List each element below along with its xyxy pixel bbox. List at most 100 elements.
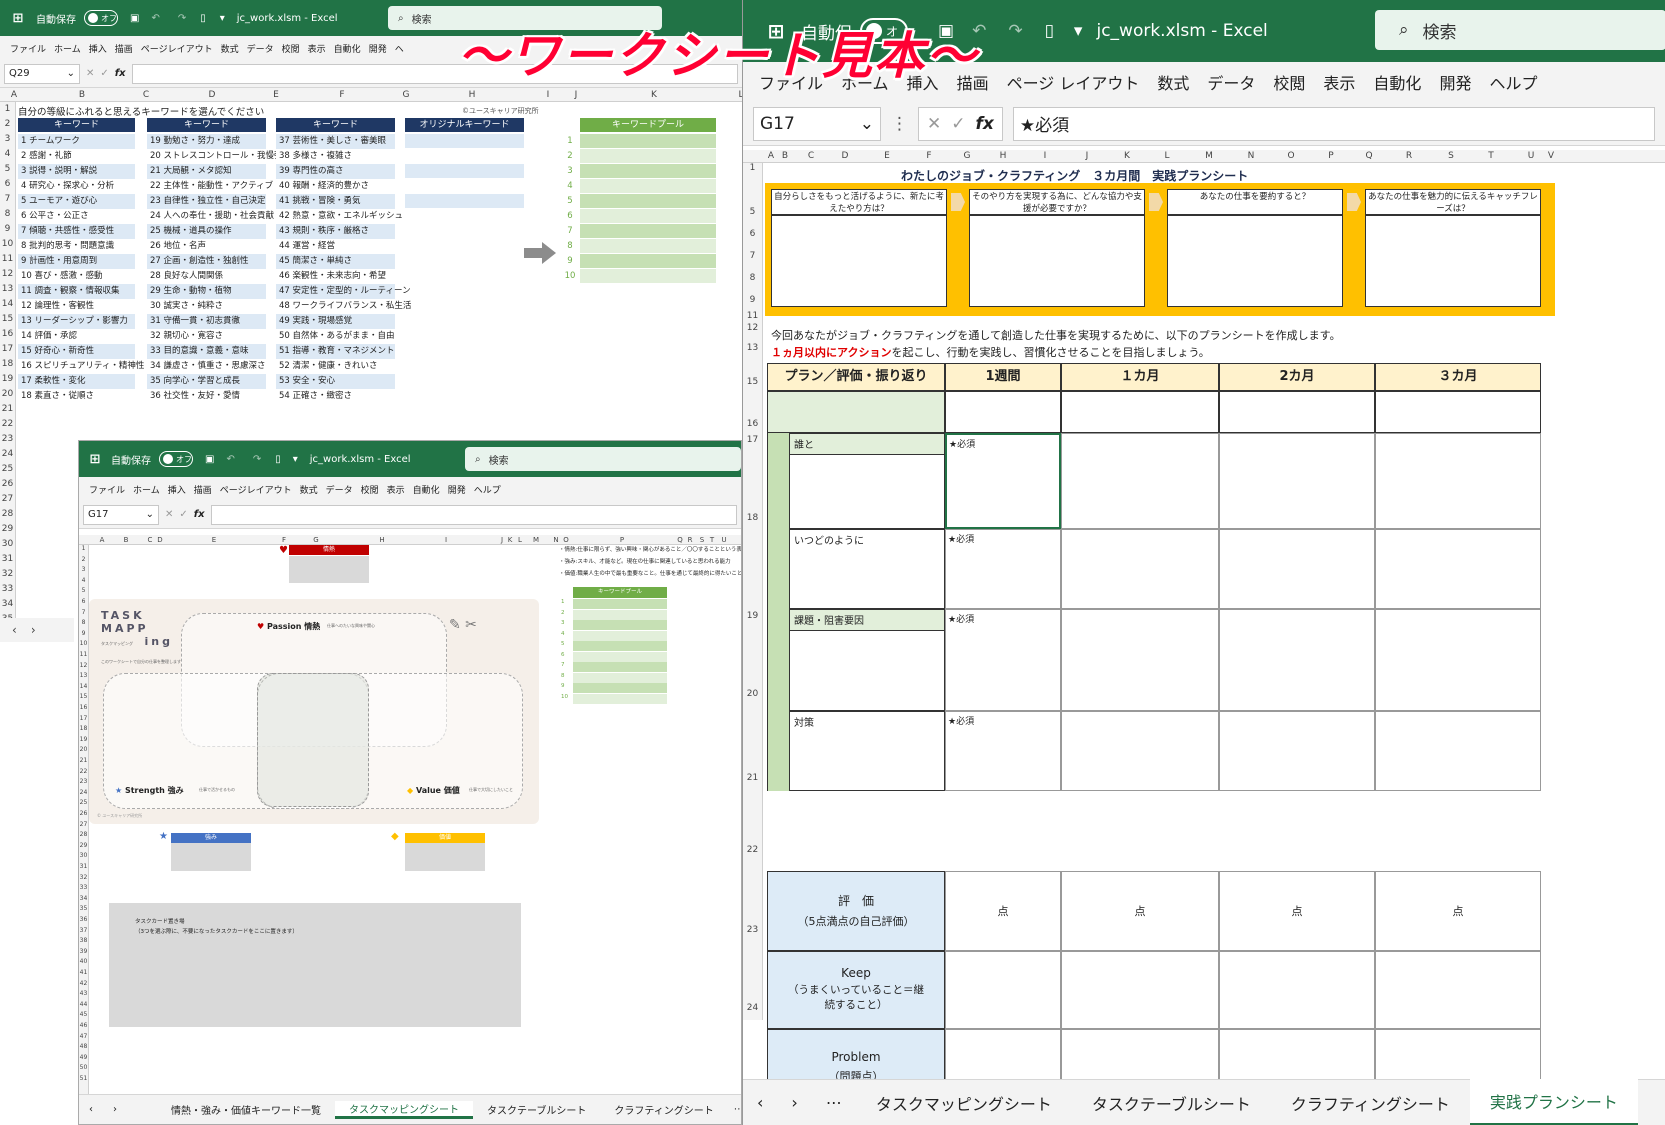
row-header[interactable]: 47 (79, 1033, 88, 1040)
row-header[interactable]: 1 (743, 163, 762, 173)
row-header[interactable]: 14 (0, 299, 15, 309)
redo-icon[interactable]: ↷ (178, 13, 186, 24)
row-header[interactable]: 34 (79, 895, 88, 902)
more-options-icon[interactable]: ⋮ (891, 114, 908, 134)
enter-icon[interactable]: ✓ (179, 509, 187, 520)
menu-item[interactable]: 校閲 (361, 483, 379, 496)
column-header[interactable]: O (1285, 150, 1297, 163)
task-card-area[interactable]: タスクカード置き場 （3つを選ぶ際に、不要になったタスクカードをここに置きます） (109, 903, 521, 1027)
column-header[interactable]: Q (1363, 150, 1375, 163)
row-header[interactable]: 40 (79, 958, 88, 965)
row-header[interactable]: 2 (0, 119, 15, 129)
original-keyword-cell[interactable] (405, 209, 524, 223)
undo-icon[interactable]: ↶ (151, 13, 159, 24)
pool-cell[interactable] (580, 149, 716, 163)
column-header[interactable]: L (1161, 150, 1173, 163)
row-header[interactable]: 15 (79, 693, 88, 700)
column-header[interactable]: J (570, 88, 582, 102)
row-header[interactable]: 24 (0, 449, 15, 459)
menu-item[interactable]: データ (326, 483, 353, 496)
prev-sheet-icon[interactable]: ‹ (79, 1104, 103, 1115)
column-header[interactable]: Q (675, 535, 685, 545)
keyword-cell[interactable]: 38 多様さ・複雑さ (276, 149, 395, 164)
row-header[interactable]: 12 (0, 269, 15, 279)
formula-input[interactable]: ★必須 (1012, 106, 1655, 141)
menu-item[interactable]: 数式 (1157, 70, 1189, 94)
plan-label-cell[interactable]: 課題・阻害要因 (789, 609, 945, 711)
pool-cell[interactable] (580, 179, 716, 193)
row-header[interactable]: 4 (0, 149, 15, 159)
row-header[interactable]: 41 (79, 969, 88, 976)
keyword-cell[interactable]: 33 目的意識・意義・意味 (147, 344, 266, 359)
row-header[interactable]: 29 (79, 842, 88, 849)
row-header[interactable]: 3 (0, 134, 15, 144)
row-header[interactable]: 11 (0, 254, 15, 264)
column-header[interactable]: S (697, 535, 707, 545)
column-header[interactable]: I (1039, 150, 1051, 163)
column-header[interactable]: J (1081, 150, 1093, 163)
cancel-icon[interactable]: ✕ (165, 509, 173, 520)
row-header[interactable]: 32 (79, 874, 88, 881)
column-header[interactable]: C (145, 535, 155, 545)
row-header[interactable]: 19 (743, 611, 762, 621)
column-header[interactable]: D (839, 150, 851, 163)
menu-item[interactable]: ヘルプ (1489, 70, 1537, 94)
menu-item[interactable]: ページ レイアウト (1007, 70, 1140, 94)
keyword-cell[interactable]: 26 地位・名声 (147, 239, 266, 254)
more-icon[interactable]: ⋯ (812, 1093, 856, 1112)
row-header[interactable]: 5 (0, 164, 15, 174)
plan-cell[interactable] (1375, 711, 1541, 791)
value-input-cells[interactable] (405, 843, 485, 871)
question-answer-box[interactable] (771, 215, 947, 307)
column-header[interactable]: T (707, 535, 717, 545)
table-cell[interactable] (767, 391, 945, 433)
row-header[interactable]: 43 (79, 990, 88, 997)
keyword-cell[interactable]: 32 親切心・寛容さ (147, 329, 266, 344)
plan-label-cell[interactable]: 誰と (789, 433, 945, 529)
row-header[interactable]: 17 (743, 435, 762, 445)
row-header[interactable]: 30 (0, 539, 15, 549)
pool-cell[interactable] (573, 662, 667, 672)
function-icon[interactable]: fx (115, 68, 126, 79)
column-header[interactable]: F (279, 535, 289, 545)
keyword-cell[interactable]: 35 向学心・学習と成長 (147, 374, 266, 389)
tab-crafting[interactable]: クラフティングシート (1271, 1081, 1470, 1125)
keyword-cell[interactable]: 46 楽観性・未来志向・希望 (276, 269, 395, 284)
keyword-cell[interactable]: 20 ストレスコントロール・我慢強さ (147, 149, 291, 164)
keyword-cell[interactable]: 12 論理性・客観性 (18, 299, 135, 314)
menu-item[interactable]: データ (247, 42, 274, 55)
pool-cell[interactable] (580, 239, 716, 253)
menu-item[interactable]: 描画 (115, 42, 133, 55)
row-header[interactable]: 22 (0, 419, 15, 429)
keyword-cell[interactable]: 53 安全・安心 (276, 374, 395, 389)
column-header[interactable]: I (441, 535, 451, 545)
menu-item[interactable]: 挿入 (89, 42, 107, 55)
keyword-cell[interactable]: 36 社交性・友好・愛情 (147, 389, 266, 404)
keep-cell[interactable] (1375, 951, 1541, 1029)
column-header[interactable]: H (466, 88, 478, 102)
keyword-cell[interactable]: 50 自然体・あるがまま・自由 (276, 329, 395, 344)
original-keyword-cell[interactable] (405, 164, 524, 178)
menu-item[interactable]: 自動化 (1373, 70, 1421, 94)
row-header[interactable]: 22 (743, 845, 762, 855)
menu-item[interactable]: ヘ (395, 42, 404, 55)
row-header[interactable]: 30 (79, 852, 88, 859)
column-header[interactable]: C (805, 150, 817, 163)
column-header[interactable]: D (155, 535, 165, 545)
undo-icon[interactable]: ↶ (226, 454, 234, 465)
keyword-cell[interactable]: 34 謙虚さ・慎重さ・思慮深さ (147, 359, 266, 374)
keyword-cell[interactable]: 25 機械・道具の操作 (147, 224, 266, 239)
plan-cell[interactable] (1219, 711, 1375, 791)
keyword-cell[interactable]: 41 挑戦・冒険・勇気 (276, 194, 395, 209)
keyword-cell[interactable]: 49 実践・現場感覚 (276, 314, 395, 329)
plan-cell[interactable]: ★必須 (945, 609, 1061, 711)
menu-item[interactable]: データ (1207, 70, 1255, 94)
menu-item[interactable]: 開発 (448, 483, 466, 496)
pool-cell[interactable] (580, 254, 716, 268)
column-header[interactable]: E (270, 88, 282, 102)
menu-item[interactable]: ファイル (89, 483, 125, 496)
redo-icon[interactable]: ↷ (1008, 21, 1022, 41)
keyword-cell[interactable]: 8 批判的思考・問題意識 (18, 239, 135, 254)
row-header[interactable]: 39 (79, 948, 88, 955)
row-header[interactable]: 8 (743, 273, 762, 283)
